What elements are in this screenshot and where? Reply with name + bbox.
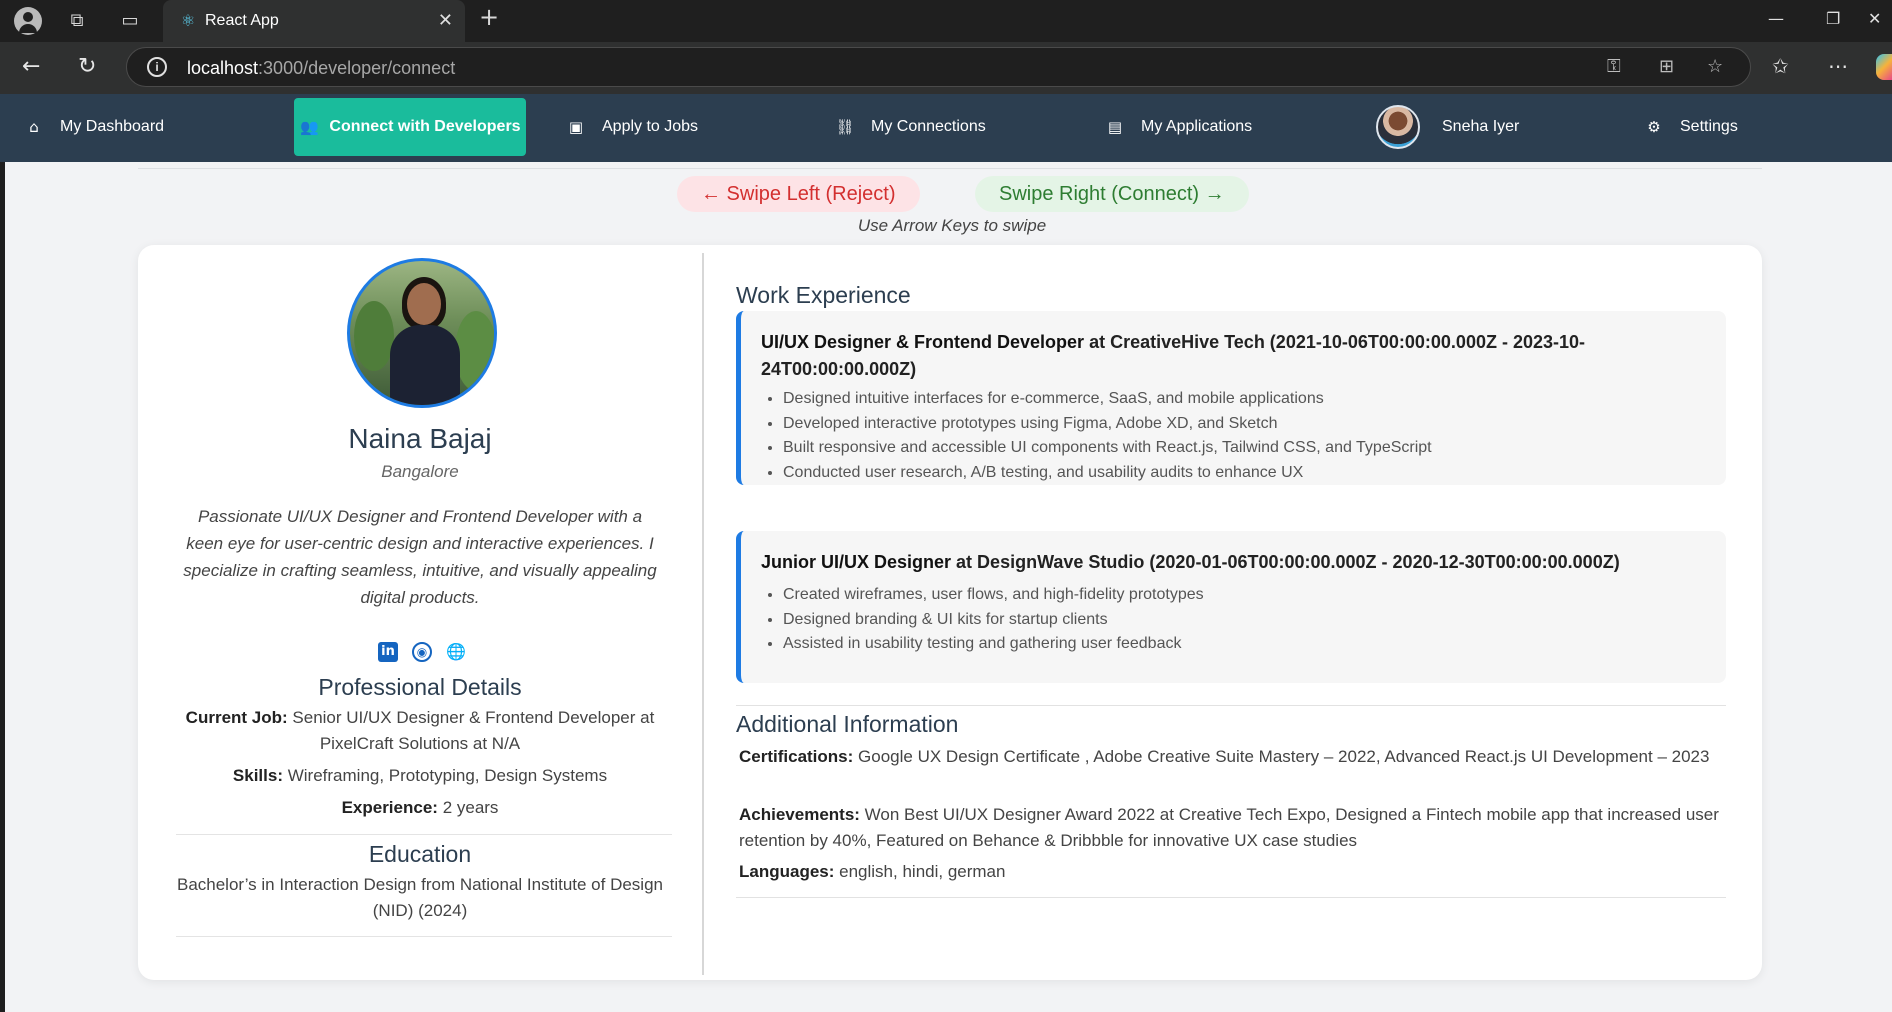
key-icon[interactable]: ⚿ — [1607, 56, 1621, 77]
professional-details-title: Professional Details — [318, 674, 522, 700]
globe-icon[interactable]: 🌐 — [446, 642, 466, 662]
app-navbar: ⌂ My Dashboard 👥 Connect with Developers… — [0, 94, 1892, 162]
nav-apply-jobs[interactable]: ▣ Apply to Jobs — [566, 98, 698, 156]
developer-location: Bangalore — [381, 462, 459, 481]
users-icon: 👥 — [300, 118, 319, 136]
list-item: Created wireframes, user flows, and high… — [783, 583, 1204, 608]
nav-settings[interactable]: ⚙ Settings — [1644, 98, 1738, 156]
window-edge — [0, 162, 5, 1012]
list-item: Conducted user research, A/B testing, an… — [783, 461, 1432, 486]
divider — [176, 834, 672, 835]
work-experience-title: Work Experience — [736, 282, 911, 308]
skills: Skills: Wireframing, Prototyping, Design… — [232, 766, 608, 785]
gear-icon: ⚙ — [1647, 118, 1661, 136]
job-title: Junior UI/UX Designer at DesignWave Stud… — [761, 552, 1620, 572]
divider — [176, 936, 672, 937]
achievements: Achievements: Won Best UI/UX Designer Aw… — [739, 805, 1719, 850]
divider — [736, 705, 1726, 706]
experience: Experience: 2 years — [341, 798, 499, 817]
developer-name: Naina Bajaj — [348, 423, 492, 454]
link-icon: ⛓ — [835, 118, 855, 136]
github-icon[interactable]: ◉ — [412, 642, 432, 662]
column-divider — [702, 253, 704, 975]
list-item: Designed branding & UI kits for startup … — [783, 608, 1204, 633]
nav-my-dashboard[interactable]: ⌂ My Dashboard — [24, 98, 164, 156]
nav-my-connections[interactable]: ⛓ My Connections — [835, 98, 985, 156]
workspaces-icon[interactable]: ⧉ — [64, 9, 90, 33]
swipe-hint: Use Arrow Keys to swipe — [857, 216, 1047, 235]
job-title: UI/UX Designer & Frontend Developer at C… — [761, 332, 1586, 379]
favorites-icon[interactable]: ✩ — [1772, 54, 1789, 78]
file-icon: ▤ — [1107, 118, 1123, 136]
restore-icon[interactable]: ❐ — [1826, 9, 1840, 28]
profile-photo — [347, 258, 497, 408]
job-bullets: Created wireframes, user flows, and high… — [783, 583, 1204, 657]
tab-title: React App — [205, 12, 279, 29]
address-bar-row: ← ↻ i localhost:3000/developer/connect ⚿… — [0, 42, 1892, 94]
react-icon: ⚛ — [180, 11, 196, 30]
divider — [138, 168, 1762, 169]
developer-card[interactable]: Naina Bajaj Bangalore Passionate UI/UX D… — [138, 245, 1762, 980]
new-tab-icon[interactable]: + — [476, 5, 502, 29]
education-title: Education — [368, 841, 472, 867]
reload-icon[interactable]: ↻ — [78, 54, 96, 80]
browser-tab[interactable]: ⚛ React App ✕ — [163, 0, 465, 42]
back-icon[interactable]: ← — [22, 54, 40, 80]
languages: Languages: english, hindi, german — [739, 862, 1006, 881]
additional-info-title: Additional Information — [736, 711, 959, 737]
list-item: Designed intuitive interfaces for e-comm… — [783, 387, 1432, 412]
url-field[interactable]: i localhost:3000/developer/connect ⚿ ⊞ ☆ — [126, 47, 1751, 87]
job-entry: Junior UI/UX Designer at DesignWave Stud… — [736, 531, 1726, 683]
nav-my-applications[interactable]: ▤ My Applications — [1105, 98, 1252, 156]
nav-connect-developers[interactable]: 👥 Connect with Developers — [294, 98, 526, 156]
list-item: Developed interactive prototypes using F… — [783, 412, 1432, 437]
job-bullets: Designed intuitive interfaces for e-comm… — [783, 387, 1432, 485]
minimize-icon[interactable]: — — [1768, 9, 1784, 28]
nav-user-profile[interactable]: Sneha Iyer — [1376, 98, 1519, 156]
browser-tab-bar: ⧉ ▭ ⚛ React App ✕ + — ❐ ✕ — [0, 0, 1892, 42]
education-entry: Bachelor’s in Interaction Design from Na… — [176, 875, 663, 920]
close-window-icon[interactable]: ✕ — [1868, 9, 1881, 28]
job-entry: UI/UX Designer & Frontend Developer at C… — [736, 311, 1726, 485]
list-item: Built responsive and accessible UI compo… — [783, 436, 1432, 461]
favorite-star-icon[interactable]: ☆ — [1707, 56, 1723, 77]
developer-bio: Passionate UI/UX Designer and Frontend D… — [183, 507, 657, 607]
certifications: Certifications: Google UX Design Certifi… — [739, 747, 1710, 766]
url-text: localhost:3000/developer/connect — [187, 58, 456, 78]
list-item: Assisted in usability testing and gather… — [783, 632, 1204, 657]
briefcase-icon: ▣ — [568, 118, 584, 136]
close-tab-icon[interactable]: ✕ — [438, 10, 453, 31]
linkedin-icon[interactable]: in — [378, 642, 398, 662]
swipe-right-button[interactable]: Swipe Right (Connect) → — [975, 176, 1249, 212]
avatar — [1376, 105, 1420, 149]
site-info-icon[interactable]: i — [147, 57, 167, 77]
browser-profile-icon[interactable] — [14, 7, 42, 35]
divider — [736, 897, 1726, 898]
current-job: Current Job: Senior UI/UX Designer & Fro… — [185, 708, 655, 753]
app-icon[interactable]: ⊞ — [1659, 56, 1674, 77]
vertical-tabs-icon[interactable]: ▭ — [117, 9, 143, 33]
more-menu-icon[interactable]: ⋯ — [1828, 54, 1848, 78]
copilot-icon[interactable] — [1876, 54, 1892, 80]
home-icon: ⌂ — [29, 118, 39, 136]
swipe-left-button[interactable]: ← Swipe Left (Reject) — [677, 176, 920, 212]
